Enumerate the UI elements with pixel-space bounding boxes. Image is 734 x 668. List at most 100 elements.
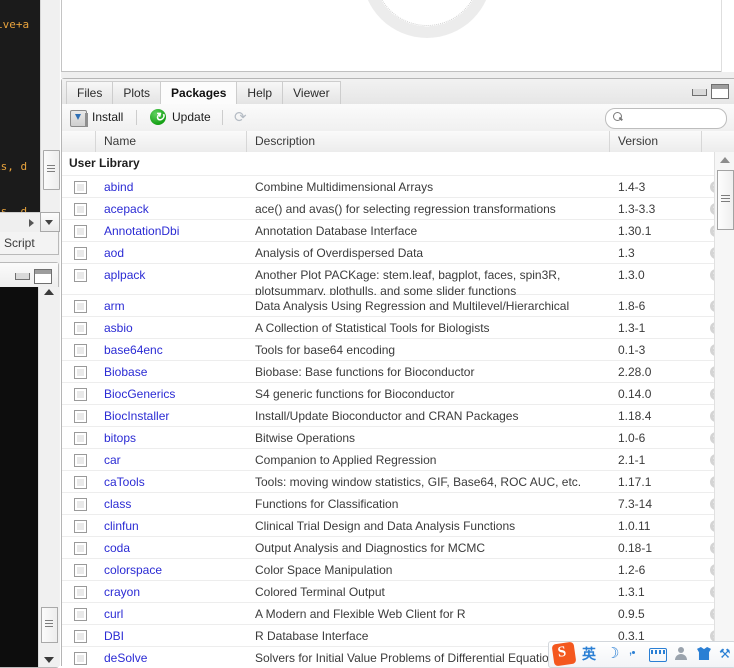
table-row[interactable]: asbio A Collection of Statistical Tools f…	[62, 317, 722, 339]
install-button[interactable]: Install	[70, 107, 123, 128]
package-name-link[interactable]: class	[104, 497, 131, 511]
ime-toolbar[interactable]: S 英 ☽ ’ ⚒	[548, 641, 734, 668]
table-row[interactable]: colorspace Color Space Manipulation 1.2-6	[62, 559, 722, 581]
package-name-link[interactable]: AnnotationDbi	[104, 224, 179, 238]
source-editor-surface[interactable]: ive+a ks, d ks, d	[0, 0, 40, 232]
package-name-link[interactable]: arm	[104, 299, 125, 313]
search-box[interactable]	[605, 108, 727, 129]
table-row[interactable]: car Companion to Applied Regression 2.1-1	[62, 449, 722, 471]
comma-icon[interactable]: ’	[629, 650, 632, 664]
table-scroll-up-button[interactable]	[720, 157, 730, 163]
table-row[interactable]: bitops Bitwise Operations 1.0-6	[62, 427, 722, 449]
package-name-link[interactable]: deSolve	[104, 651, 147, 665]
package-name-link[interactable]: crayon	[104, 585, 140, 599]
column-header-version[interactable]: Version	[610, 131, 702, 152]
row-checkbox-cell[interactable]	[62, 603, 96, 624]
console-scrollbar-thumb[interactable]	[41, 607, 58, 643]
search-input[interactable]	[628, 110, 722, 128]
row-checkbox-cell[interactable]	[62, 295, 96, 316]
package-loaded-checkbox[interactable]	[74, 542, 87, 555]
package-loaded-checkbox[interactable]	[74, 454, 87, 467]
table-vertical-scrollbar[interactable]	[714, 152, 734, 667]
package-loaded-checkbox[interactable]	[74, 181, 87, 194]
pane-maximize-button[interactable]	[711, 84, 729, 99]
comma-icon-dot[interactable]	[632, 651, 635, 654]
source-doc-type-selector[interactable]: R Script ↕	[0, 232, 59, 255]
table-row[interactable]: curl A Modern and Flexible Web Client for…	[62, 603, 722, 625]
column-header-description[interactable]: Description	[247, 131, 610, 152]
tab-files[interactable]: Files	[66, 81, 114, 104]
package-name-link[interactable]: clinfun	[104, 519, 139, 533]
row-checkbox-cell[interactable]	[62, 647, 96, 667]
table-row[interactable]: BiocGenerics S4 generic functions for Bio…	[62, 383, 722, 405]
table-scrollbar-thumb[interactable]	[717, 170, 734, 230]
column-header-checkbox[interactable]	[62, 131, 96, 152]
row-checkbox-cell[interactable]	[62, 493, 96, 514]
row-checkbox-cell[interactable]	[62, 449, 96, 470]
package-loaded-checkbox[interactable]	[74, 366, 87, 379]
package-loaded-checkbox[interactable]	[74, 269, 87, 282]
package-name-link[interactable]: coda	[104, 541, 130, 555]
package-name-link[interactable]: Biobase	[104, 365, 147, 379]
package-loaded-checkbox[interactable]	[74, 520, 87, 533]
console-maximize-button[interactable]	[34, 269, 52, 284]
tab-viewer[interactable]: Viewer	[282, 81, 341, 104]
package-name-link[interactable]: colorspace	[104, 563, 162, 577]
table-row[interactable]: class Functions for Classification 7.3-14	[62, 493, 722, 515]
row-checkbox-cell[interactable]	[62, 317, 96, 338]
row-checkbox-cell[interactable]	[62, 361, 96, 382]
console-scroll-down-button[interactable]	[44, 657, 54, 663]
row-checkbox-cell[interactable]	[62, 383, 96, 404]
package-loaded-checkbox[interactable]	[74, 652, 87, 665]
pane-minimize-button[interactable]	[692, 89, 707, 96]
package-loaded-checkbox[interactable]	[74, 225, 87, 238]
tab-help[interactable]: Help	[236, 81, 284, 104]
package-loaded-checkbox[interactable]	[74, 322, 87, 335]
package-name-link[interactable]: caTools	[104, 475, 145, 489]
table-row[interactable]: AnnotationDbi Annotation Database Interfa…	[62, 220, 722, 242]
console-scroll-up-button[interactable]	[44, 289, 54, 295]
moon-icon[interactable]: ☽	[606, 646, 619, 661]
row-checkbox-cell[interactable]	[62, 339, 96, 360]
table-row[interactable]: coda Output Analysis and Diagnostics for …	[62, 537, 722, 559]
row-checkbox-cell[interactable]	[62, 198, 96, 219]
package-name-link[interactable]: DBI	[104, 629, 124, 643]
table-row[interactable]: aod Analysis of Overdispersed Data 1.3	[62, 242, 722, 264]
package-loaded-checkbox[interactable]	[74, 586, 87, 599]
package-name-link[interactable]: aod	[104, 246, 124, 260]
table-row[interactable]: arm Data Analysis Using Regression and Mu…	[62, 295, 722, 335]
package-loaded-checkbox[interactable]	[74, 300, 87, 313]
wrench-icon[interactable]: ⚒	[719, 647, 731, 661]
table-row[interactable]: caTools Tools: moving window statistics, …	[62, 471, 722, 493]
package-loaded-checkbox[interactable]	[74, 388, 87, 401]
table-row[interactable]: crayon Colored Terminal Output 1.3.1	[62, 581, 722, 603]
source-pane-arrow-row[interactable]	[0, 212, 40, 233]
table-row[interactable]: Biobase Biobase: Base functions for Bioco…	[62, 361, 722, 383]
package-loaded-checkbox[interactable]	[74, 247, 87, 260]
package-name-link[interactable]: acepack	[104, 202, 149, 216]
package-name-link[interactable]: abind	[104, 180, 133, 194]
update-button[interactable]: ↻ Update	[150, 107, 211, 128]
console-minimize-button[interactable]	[15, 273, 30, 280]
row-checkbox-cell[interactable]	[62, 537, 96, 558]
source-scrollbar-thumb[interactable]	[43, 150, 60, 190]
row-checkbox-cell[interactable]	[62, 405, 96, 426]
row-checkbox-cell[interactable]	[62, 471, 96, 492]
table-row[interactable]: base64enc Tools for base64 encoding 0.1-3	[62, 339, 722, 361]
row-checkbox-cell[interactable]	[62, 515, 96, 536]
row-checkbox-cell[interactable]	[62, 559, 96, 580]
column-header-name[interactable]: Name	[96, 131, 247, 152]
table-row[interactable]: BiocInstaller Install/Update Bioconductor…	[62, 405, 722, 427]
skin-shirt-icon[interactable]	[697, 647, 711, 660]
sogou-logo-icon[interactable]: S	[551, 641, 577, 667]
row-checkbox-cell[interactable]	[62, 427, 96, 448]
package-loaded-checkbox[interactable]	[74, 498, 87, 511]
package-loaded-checkbox[interactable]	[74, 203, 87, 216]
user-icon[interactable]	[674, 647, 687, 660]
source-scroll-down-button[interactable]	[40, 212, 60, 232]
console-vertical-scrollbar[interactable]	[38, 287, 59, 667]
keyboard-icon[interactable]	[649, 648, 667, 662]
package-name-link[interactable]: aplpack	[104, 268, 145, 282]
package-loaded-checkbox[interactable]	[74, 564, 87, 577]
ime-mode-label[interactable]: 英	[582, 646, 596, 662]
